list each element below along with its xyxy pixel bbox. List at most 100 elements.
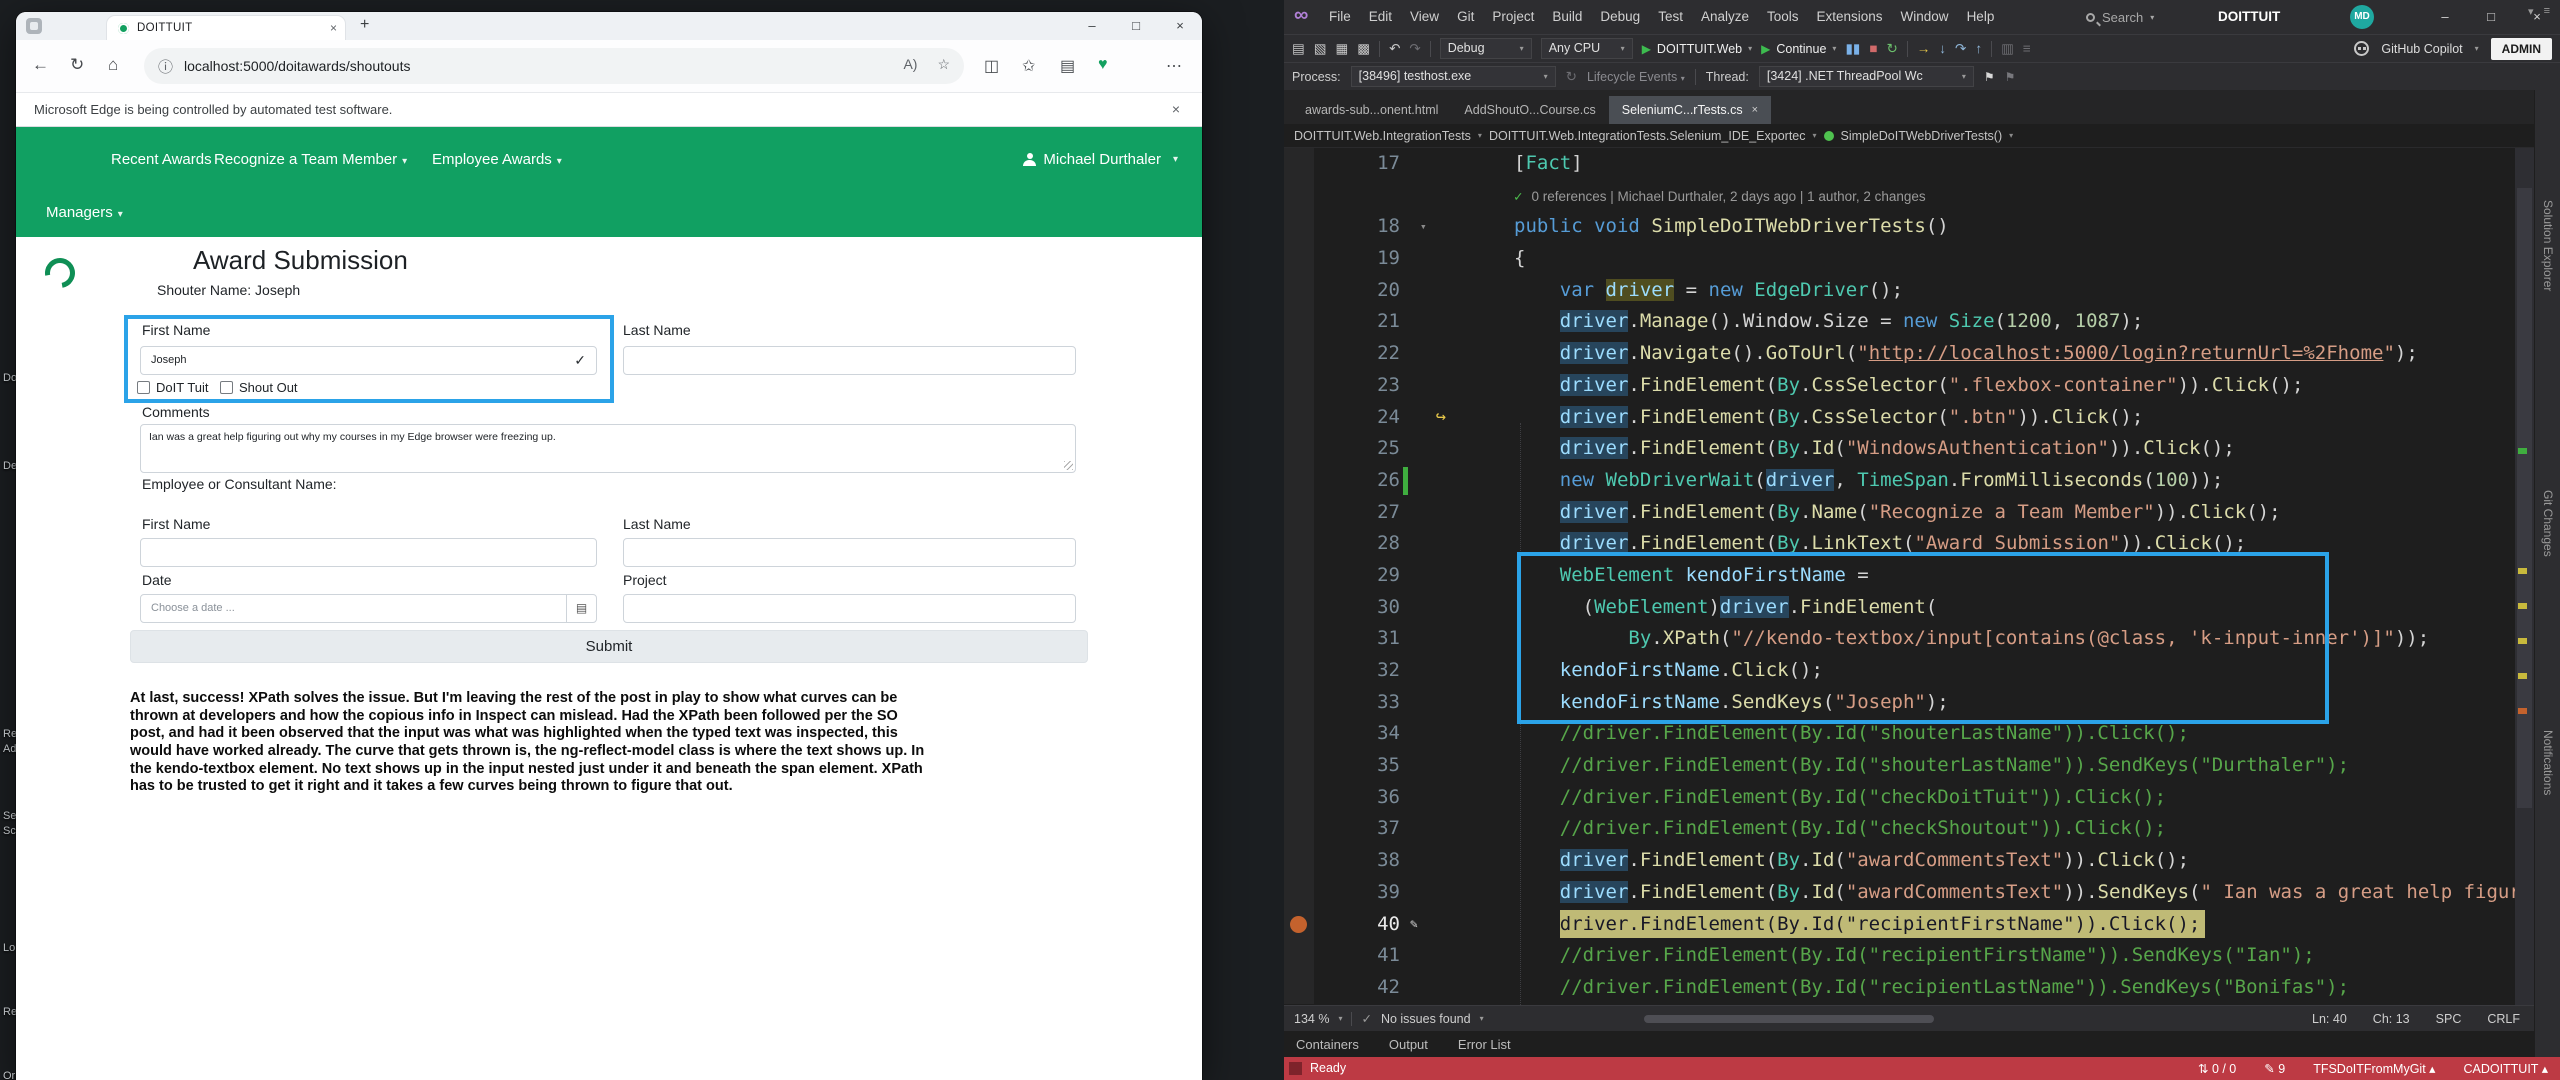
breadcrumb-item[interactable]: SimpleDoITWebDriverTests() bbox=[1841, 129, 2003, 143]
tool-tab-notifications[interactable]: Notifications bbox=[2541, 730, 2555, 795]
undo-icon[interactable]: ↶ bbox=[1389, 41, 1400, 57]
step-out-icon[interactable]: ↑ bbox=[1975, 41, 1982, 56]
breakpoint-margin[interactable] bbox=[1284, 813, 1314, 845]
space-mode[interactable]: SPC bbox=[2436, 1012, 2462, 1026]
tab-containers[interactable]: Containers bbox=[1296, 1037, 1359, 1052]
tab-error-list[interactable]: Error List bbox=[1458, 1037, 1511, 1052]
git-sync-status[interactable]: ⇅ 0 / 0 bbox=[2198, 1061, 2236, 1076]
redo-icon[interactable]: ↷ bbox=[1409, 41, 1420, 57]
nav-bar-chevron-icon[interactable]: ▾ bbox=[2528, 5, 2534, 18]
favorites-icon[interactable]: ✩ bbox=[1022, 56, 1035, 76]
menu-build[interactable]: Build bbox=[1543, 0, 1591, 34]
last-name-input[interactable] bbox=[623, 346, 1076, 375]
breakpoint-margin[interactable] bbox=[1284, 243, 1314, 275]
breakpoint-margin[interactable] bbox=[1284, 338, 1314, 370]
nav-managers[interactable]: Managers▾ bbox=[46, 204, 123, 221]
split-screen-icon[interactable]: ◫ bbox=[984, 56, 999, 76]
url-bar[interactable]: ⓘ localhost:5000/doitawards/shoutouts A)… bbox=[144, 48, 964, 84]
tab-close-icon[interactable]: × bbox=[1752, 104, 1758, 116]
breakpoint-margin[interactable] bbox=[1284, 782, 1314, 814]
back-icon[interactable]: ← bbox=[32, 55, 49, 75]
user-menu[interactable]: Michael Durthaler▾ bbox=[1023, 151, 1178, 168]
flag-icon[interactable]: ⚑ bbox=[1984, 70, 1995, 84]
workspace-icon[interactable] bbox=[26, 18, 42, 34]
new-tab-button[interactable]: + bbox=[360, 16, 369, 34]
start-debug-button[interactable]: ▶DOITTUIT.Web▾ bbox=[1642, 42, 1752, 56]
refresh-icon[interactable]: ↻ bbox=[70, 55, 84, 75]
submit-button[interactable]: Submit bbox=[130, 630, 1088, 663]
site-info-icon[interactable]: ⓘ bbox=[158, 56, 173, 77]
browser-tab[interactable]: DOITTUIT × bbox=[106, 15, 346, 40]
menu-debug[interactable]: Debug bbox=[1591, 0, 1649, 34]
tool-tab-git-changes[interactable]: Git Changes bbox=[2541, 490, 2555, 557]
chevron-down-icon[interactable]: ▾ bbox=[2475, 44, 2479, 53]
menu-test[interactable]: Test bbox=[1649, 0, 1692, 34]
menu-view[interactable]: View bbox=[1401, 0, 1448, 34]
stop-icon[interactable]: ■ bbox=[1869, 41, 1877, 56]
breakpoint-margin[interactable] bbox=[1284, 687, 1314, 719]
breakpoint-margin[interactable] bbox=[1284, 465, 1314, 497]
breakpoint-margin[interactable] bbox=[1284, 306, 1314, 338]
breakpoint-margin[interactable] bbox=[1284, 148, 1314, 180]
url-text[interactable]: localhost:5000/doitawards/shoutouts bbox=[184, 58, 410, 74]
doit-logo[interactable] bbox=[39, 252, 81, 294]
breakpoint-margin[interactable] bbox=[1284, 623, 1314, 655]
copilot-label[interactable]: GitHub Copilot bbox=[2381, 42, 2462, 56]
breakpoint-margin[interactable] bbox=[1284, 433, 1314, 465]
platform-select[interactable]: Any CPU▾ bbox=[1541, 38, 1633, 59]
horizontal-scrollbar[interactable] bbox=[1644, 1015, 2334, 1023]
menu-edit[interactable]: Edit bbox=[1360, 0, 1401, 34]
close-button[interactable]: × bbox=[1158, 12, 1202, 40]
calendar-icon[interactable]: ▤ bbox=[566, 595, 596, 622]
document-tab[interactable]: awards-sub...onent.html bbox=[1292, 96, 1451, 124]
project-input[interactable] bbox=[623, 594, 1076, 623]
nav-recent-awards[interactable]: Recent Awards bbox=[111, 151, 212, 168]
recipient-last-name-input[interactable] bbox=[623, 538, 1076, 567]
save-all-icon[interactable]: ▩ bbox=[1357, 41, 1370, 57]
maximize-button[interactable]: □ bbox=[2468, 0, 2514, 34]
thread-select[interactable]: [3424] .NET ThreadPool Wc ▾ bbox=[1759, 66, 1974, 87]
breakpoint-margin[interactable] bbox=[1284, 528, 1314, 560]
breakpoint-margin[interactable] bbox=[1284, 845, 1314, 877]
menu-help[interactable]: Help bbox=[1958, 0, 2004, 34]
more-menu-icon[interactable]: ⋯ bbox=[1166, 56, 1182, 76]
read-aloud-icon[interactable]: A) bbox=[903, 56, 917, 73]
options-icon[interactable]: ≡ bbox=[2023, 41, 2031, 56]
breakpoint-margin[interactable] bbox=[1284, 718, 1314, 750]
nav-bar-menu-icon[interactable]: ≡ bbox=[2544, 5, 2550, 18]
pending-edits[interactable]: ✎ 9 bbox=[2264, 1061, 2285, 1076]
menu-tools[interactable]: Tools bbox=[1758, 0, 1808, 34]
breakpoint-icon[interactable] bbox=[1290, 916, 1307, 933]
step-over-icon[interactable]: ↷ bbox=[1955, 41, 1966, 57]
breakpoint-margin[interactable] bbox=[1284, 211, 1314, 243]
breakpoint-margin[interactable] bbox=[1284, 940, 1314, 972]
menu-git[interactable]: Git bbox=[1448, 0, 1483, 34]
favorite-star-icon[interactable]: ☆ bbox=[937, 56, 950, 73]
document-tab[interactable]: SeleniumC...rTests.cs× bbox=[1609, 96, 1771, 124]
break-all-icon[interactable]: ▮▮ bbox=[1845, 41, 1860, 57]
breakpoint-margin[interactable] bbox=[1284, 275, 1314, 307]
menu-analyze[interactable]: Analyze bbox=[1692, 0, 1758, 34]
open-file-icon[interactable]: ▧ bbox=[1314, 41, 1327, 57]
minimize-button[interactable]: – bbox=[2422, 0, 2468, 34]
breakpoint-margin[interactable] bbox=[1284, 180, 1314, 212]
git-branch[interactable]: TFSDoITFromMyGit ▴ bbox=[2313, 1061, 2435, 1076]
code-editor[interactable]: 17[Fact]✓0 references | Michael Durthale… bbox=[1284, 148, 2534, 1005]
date-input[interactable]: Choose a date ... ▤ bbox=[140, 594, 597, 623]
admin-button[interactable]: ADMIN bbox=[2491, 38, 2552, 60]
line-ending-mode[interactable]: CRLF bbox=[2487, 1012, 2520, 1026]
home-icon[interactable]: ⌂ bbox=[108, 55, 118, 75]
recipient-first-name-input[interactable] bbox=[140, 538, 597, 567]
zoom-level[interactable]: 134 % bbox=[1294, 1012, 1329, 1026]
document-tab[interactable]: AddShoutO...Course.cs bbox=[1451, 96, 1608, 124]
find-icon[interactable]: ▥ bbox=[2001, 41, 2014, 57]
nav-recognize-team-member[interactable]: Recognize a Team Member▾ bbox=[214, 151, 407, 168]
continue-button[interactable]: ▶Continue▾ bbox=[1761, 42, 1836, 56]
nav-employee-awards[interactable]: Employee Awards▾ bbox=[432, 151, 562, 168]
process-select[interactable]: [38496] testhost.exe ▾ bbox=[1351, 66, 1556, 87]
collections-icon[interactable]: ▤ bbox=[1060, 56, 1075, 76]
breakpoint-margin[interactable] bbox=[1284, 560, 1314, 592]
breakpoint-margin[interactable] bbox=[1284, 972, 1314, 1004]
show-next-statement-icon[interactable]: → bbox=[1917, 41, 1931, 56]
save-icon[interactable]: ▦ bbox=[1336, 41, 1349, 57]
